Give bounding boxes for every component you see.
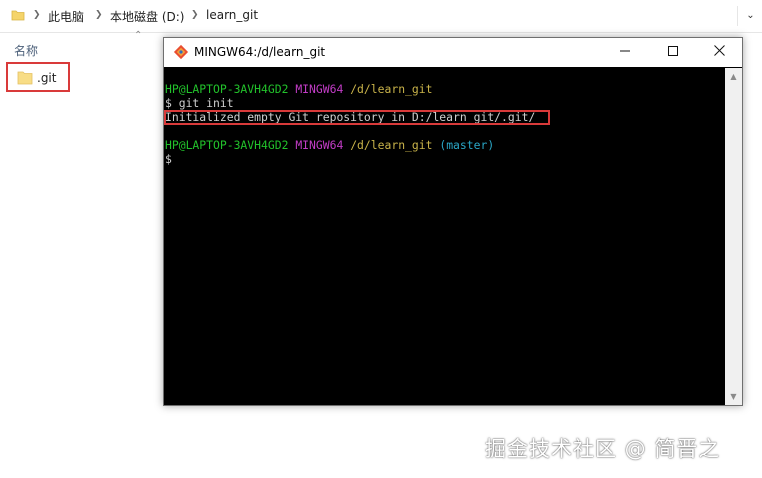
chevron-right-icon[interactable]: ❯: [95, 10, 103, 20]
window-title: MINGW64:/d/learn_git: [194, 45, 326, 59]
watermark: 掘金技术社区 @ 简晋之: [485, 437, 721, 461]
close-button[interactable]: [696, 38, 742, 67]
maximize-button[interactable]: [650, 38, 696, 67]
prompt-shell: MINGW64: [295, 138, 344, 152]
address-dropdown-icon[interactable]: ⌄: [737, 6, 762, 26]
folder-icon: [11, 8, 25, 25]
column-header-name[interactable]: 名称: [14, 42, 38, 59]
prompt-line: HP@LAPTOP-3AVH4GD2 MINGW64 /d/learn_git …: [165, 138, 494, 152]
prompt-branch: (master): [439, 138, 495, 152]
terminal-window[interactable]: MINGW64:/d/learn_git HP@LAPTOP-3AVH4GD2 …: [163, 37, 743, 406]
breadcrumb-local-disk[interactable]: 本地磁盘 (D:): [110, 8, 184, 25]
address-bar[interactable]: ❯ 此电脑 ❯ 本地磁盘 (D:) ❯ learn_git ⌄: [0, 0, 762, 33]
prompt-path: /d/learn_git: [350, 138, 433, 152]
terminal-output[interactable]: HP@LAPTOP-3AVH4GD2 MINGW64 /d/learn_git …: [164, 68, 725, 405]
scroll-down-icon[interactable]: ▼: [725, 388, 742, 405]
prompt-user: HP@LAPTOP-3AVH4GD2: [165, 138, 289, 152]
file-item-git-folder[interactable]: .git: [6, 62, 70, 92]
prompt-path: /d/learn_git: [350, 82, 433, 96]
breadcrumb-this-pc[interactable]: 此电脑: [48, 8, 84, 25]
file-name: .git: [37, 71, 57, 85]
minimize-button[interactable]: [602, 38, 648, 67]
prompt-user: HP@LAPTOP-3AVH4GD2: [165, 82, 289, 96]
prompt-line: HP@LAPTOP-3AVH4GD2 MINGW64 /d/learn_git: [165, 82, 432, 96]
folder-icon: [17, 70, 33, 89]
vertical-scrollbar[interactable]: ▲ ▼: [725, 68, 742, 405]
sort-chevron-icon[interactable]: ⌃: [134, 30, 142, 41]
command-line: $ git init: [165, 96, 234, 110]
scroll-up-icon[interactable]: ▲: [725, 68, 742, 85]
git-bash-icon: [173, 44, 189, 64]
chevron-right-icon[interactable]: ❯: [191, 10, 199, 20]
command-line: $: [165, 152, 172, 166]
breadcrumb-learn-git[interactable]: learn_git: [206, 8, 258, 22]
chevron-right-icon[interactable]: ❯: [33, 10, 41, 20]
terminal-titlebar[interactable]: MINGW64:/d/learn_git: [164, 38, 742, 67]
highlight-box: [164, 110, 550, 125]
prompt-shell: MINGW64: [295, 82, 344, 96]
